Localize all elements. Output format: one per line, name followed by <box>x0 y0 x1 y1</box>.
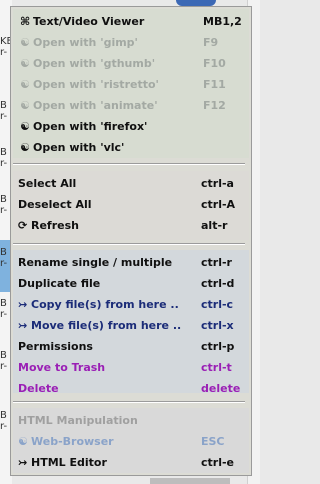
yin-yang-icon: ☯ <box>20 78 30 91</box>
menu-item-permissions[interactable]: Permissions ctrl-p <box>18 337 244 357</box>
menu-item-shortcut: alt-r <box>201 219 228 232</box>
menu-item-select-all[interactable]: Select All ctrl-a <box>18 174 244 194</box>
menu-item-label: Open with 'gimp' <box>33 36 138 49</box>
menu-item-label: Move file(s) from here .. <box>31 319 182 332</box>
menu-heading-label: HTML Manipulation <box>18 414 138 427</box>
background-text: r- <box>0 258 8 269</box>
background-text: r- <box>0 361 8 372</box>
menu-item-open-with-animate[interactable]: ☯ Open with 'animate' F12 <box>20 96 246 116</box>
menu-section-open-with: ⌘ Text/Video Viewer MB1,2 ☯ Open with 'gimp… <box>13 9 249 158</box>
arrow-right-icon: ↣ <box>18 298 28 311</box>
background-text: r- <box>0 158 8 169</box>
arrow-right-icon: ↣ <box>18 456 28 469</box>
menu-item-label: Open with 'gthumb' <box>33 57 156 70</box>
background-text: r- <box>0 309 8 320</box>
menu-item-copy-files[interactable]: ↣ Copy file(s) from here .. ctrl-c <box>18 295 244 315</box>
menu-item-label: Deselect All <box>18 198 92 211</box>
menu-item-shortcut: ctrl-d <box>201 277 235 290</box>
background-text: B <box>0 298 7 309</box>
background-scrollbar <box>150 478 230 484</box>
menu-separator <box>13 163 245 165</box>
command-icon: ⌘ <box>20 15 31 28</box>
background-text: B <box>0 247 7 258</box>
menu-item-label: HTML Editor <box>31 456 107 469</box>
menu-item-refresh[interactable]: ⟳ Refresh alt-r <box>18 216 244 236</box>
menu-item-open-with-gimp[interactable]: ☯ Open with 'gimp' F9 <box>20 33 246 53</box>
menu-item-shortcut: ctrl-p <box>201 340 235 353</box>
menu-item-html-editor[interactable]: ↣ HTML Editor ctrl-e <box>18 453 244 473</box>
menu-item-label: Copy file(s) from here .. <box>31 298 179 311</box>
background-text: r- <box>0 111 8 122</box>
menu-item-shortcut: ctrl-t <box>201 361 232 374</box>
menu-item-open-with-firefox[interactable]: ☯ Open with 'firefox' <box>20 117 246 137</box>
menu-item-shortcut: MB1,2 <box>203 15 242 28</box>
menu-item-move-to-trash[interactable]: Move to Trash ctrl-t <box>18 358 244 378</box>
menu-item-shortcut: ctrl-A <box>201 198 236 211</box>
menu-item-label: Move to Trash <box>18 361 106 374</box>
menu-item-shortcut: ctrl-a <box>201 177 234 190</box>
background-text: B <box>0 410 7 421</box>
yin-yang-icon: ☯ <box>20 120 30 133</box>
menu-item-shortcut: F9 <box>203 36 219 49</box>
menu-section-heading: HTML Manipulation <box>18 411 244 431</box>
menu-section-file-ops: Rename single / multiple ctrl-r Duplicate… <box>13 250 249 395</box>
menu-item-delete[interactable]: Delete delete <box>18 379 244 399</box>
menu-item-open-with-ristretto[interactable]: ☯ Open with 'ristretto' F11 <box>20 75 246 95</box>
menu-item-label: Text/Video Viewer <box>33 15 145 28</box>
context-menu: ⌘ Text/Video Viewer MB1,2 ☯ Open with 'gimp… <box>10 6 252 476</box>
menu-item-label: Open with 'vlc' <box>33 141 125 154</box>
menu-item-text-video-viewer[interactable]: ⌘ Text/Video Viewer MB1,2 <box>20 12 246 32</box>
menu-item-shortcut: ctrl-r <box>201 256 232 269</box>
menu-item-shortcut: ctrl-e <box>201 456 234 469</box>
background-text: r- <box>0 205 8 216</box>
menu-item-label: Delete <box>18 382 59 395</box>
yin-yang-icon: ☯ <box>20 141 30 154</box>
menu-item-shortcut: F12 <box>203 99 226 112</box>
refresh-icon: ⟳ <box>18 219 28 232</box>
menu-item-label: Rename single / multiple <box>18 256 173 269</box>
menu-item-move-files[interactable]: ↣ Move file(s) from here .. ctrl-x <box>18 316 244 336</box>
menu-item-web-browser[interactable]: ☯ Web-Browser ESC <box>18 432 244 452</box>
menu-item-label: Open with 'animate' <box>33 99 158 112</box>
menu-separator <box>13 243 245 245</box>
menu-item-rename[interactable]: Rename single / multiple ctrl-r <box>18 253 244 273</box>
menu-item-open-with-vlc[interactable]: ☯ Open with 'vlc' <box>20 138 246 158</box>
menu-item-shortcut: delete <box>201 382 241 395</box>
menu-item-duplicate-file[interactable]: Duplicate file ctrl-d <box>18 274 244 294</box>
menu-item-label: Web-Browser <box>31 435 114 448</box>
menu-item-label: Refresh <box>31 219 79 232</box>
arrow-right-icon: ↣ <box>18 319 28 332</box>
yin-yang-icon: ☯ <box>20 99 30 112</box>
yin-yang-icon: ☯ <box>20 36 30 49</box>
menu-item-shortcut: ESC <box>201 435 225 448</box>
menu-item-shortcut: ctrl-x <box>201 319 234 332</box>
menu-item-label: Open with 'ristretto' <box>33 78 159 91</box>
background-text: r- <box>0 47 8 58</box>
menu-item-label: Select All <box>18 177 77 190</box>
menu-separator <box>13 401 245 403</box>
yin-yang-icon: ☯ <box>20 57 30 70</box>
menu-section-selection: Select All ctrl-a Deselect All ctrl-A ⟳ Ref… <box>13 171 249 240</box>
background-text: B <box>0 350 7 361</box>
menu-item-open-with-gthumb[interactable]: ☯ Open with 'gthumb' F10 <box>20 54 246 74</box>
menu-item-label: Open with 'firefox' <box>33 120 148 133</box>
menu-item-deselect-all[interactable]: Deselect All ctrl-A <box>18 195 244 215</box>
menu-item-label: Permissions <box>18 340 93 353</box>
menu-item-shortcut: F11 <box>203 78 226 91</box>
background-text: B <box>0 100 7 111</box>
yin-yang-icon: ☯ <box>18 435 28 448</box>
background-text: B <box>0 147 7 158</box>
menu-item-shortcut: ctrl-c <box>201 298 234 311</box>
background-text: r- <box>0 421 8 432</box>
menu-section-html: HTML Manipulation ☯ Web-Browser ESC ↣ HTML … <box>13 408 249 473</box>
background-text: B <box>0 194 7 205</box>
menu-item-label: Duplicate file <box>18 277 101 290</box>
menu-item-shortcut: F10 <box>203 57 226 70</box>
